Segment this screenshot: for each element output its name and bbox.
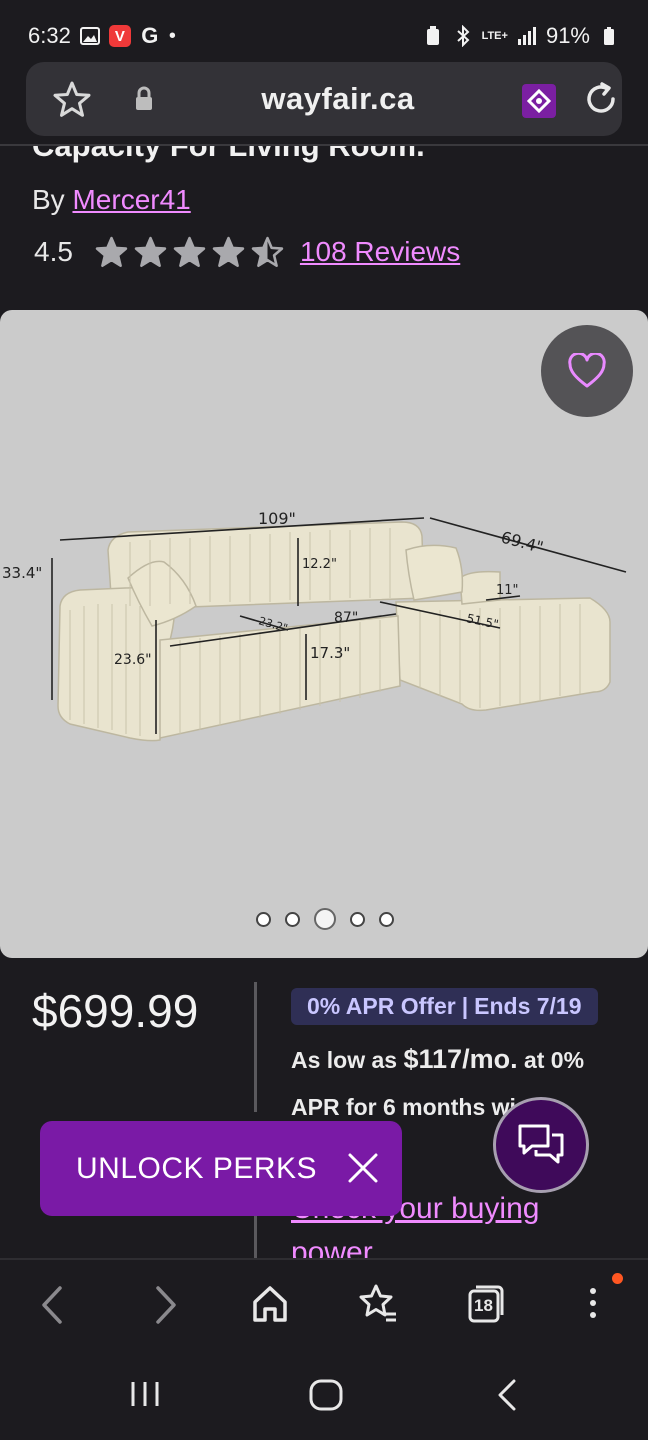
bookmark-star-icon[interactable] (52, 80, 92, 123)
dim-arm: 11" (496, 583, 519, 598)
carousel-dot[interactable] (350, 911, 365, 927)
apr-offer-label: 0% APR Offer (307, 993, 456, 1019)
bluetooth-icon (452, 25, 474, 47)
sofa-dimension-image: 109" 69.4" 33.4" 12.2" 23.2" 87" 51.5" 1… (2, 509, 627, 742)
price-divider (254, 982, 257, 1112)
more-notifications-dot-icon: • (168, 24, 176, 47)
tabs-icon[interactable]: 18 (466, 1282, 506, 1331)
chat-button[interactable] (493, 1097, 589, 1193)
brand-line: By Mercer41 (32, 184, 191, 216)
monthly-amount: $117/mo. (403, 1044, 518, 1074)
star-icon (134, 236, 167, 268)
carousel-dot[interactable] (285, 911, 300, 927)
unlock-perks-banner[interactable]: UNLOCK PERKS (40, 1121, 402, 1216)
network-type: LTE+ (481, 30, 508, 42)
star-icon (212, 236, 245, 268)
by-label: By (32, 184, 65, 215)
home-nav-icon[interactable] (308, 1378, 344, 1417)
apr-offer-ends: Ends 7/19 (474, 993, 582, 1019)
reload-icon[interactable] (580, 78, 622, 125)
carousel-dot[interactable] (314, 908, 336, 930)
financing-line-1: As low as $117/mo. at 0% (291, 1044, 584, 1075)
browser-bottom-toolbar: 18 (0, 1258, 648, 1348)
home-icon[interactable] (250, 1282, 290, 1331)
lock-icon[interactable] (134, 86, 154, 117)
battery-icon (598, 25, 620, 47)
star-icon (95, 236, 128, 268)
battery-percent: 91% (545, 23, 590, 48)
status-time: 6:32 (28, 23, 71, 48)
apr-badge-separator: | (461, 993, 469, 1019)
bookmarks-icon[interactable] (356, 1282, 400, 1331)
apr-rate: at 0% (523, 1047, 585, 1073)
as-low-as-label: As low as (291, 1047, 398, 1073)
star-icon (173, 236, 206, 268)
reviews-link[interactable]: 108 Reviews (300, 236, 460, 268)
dim-depth: 69.4" (499, 528, 545, 557)
back-icon[interactable] (38, 1282, 68, 1333)
extension-icon[interactable] (522, 84, 556, 118)
product-price: $699.99 (32, 985, 199, 1037)
system-navigation-bar (0, 1348, 648, 1440)
url-text[interactable]: wayfair.ca (176, 81, 500, 117)
system-back-icon[interactable] (494, 1378, 520, 1417)
recent-apps-icon[interactable] (128, 1378, 162, 1415)
star-icon (251, 236, 284, 268)
vivaldi-notification-icon: V (108, 25, 131, 47)
saver-icon (422, 25, 444, 47)
more-options-icon[interactable] (586, 1282, 600, 1331)
dim-height: 33.4" (2, 564, 42, 582)
star-rating (95, 236, 284, 268)
forward-icon[interactable] (150, 1282, 180, 1333)
check-buying-power-link-continued[interactable]: power (291, 1236, 373, 1258)
carousel-dot[interactable] (379, 911, 394, 927)
dim-back: 12.2" (302, 557, 337, 572)
rating-line: 4.5 108 Reviews (34, 236, 460, 268)
carousel-dots (256, 908, 394, 930)
dim-arm-height: 23.6" (114, 652, 152, 668)
heart-icon (568, 353, 606, 388)
chat-bubbles-icon (518, 1124, 564, 1164)
dim-seat-height: 17.3" (310, 644, 350, 662)
google-notification-icon: G (141, 23, 159, 48)
financing-line-2: APR for 6 months wi (291, 1094, 516, 1120)
dim-seat-width: 87" (334, 610, 358, 626)
close-icon[interactable] (346, 1151, 380, 1190)
address-bar[interactable]: wayfair.ca (26, 62, 622, 136)
add-to-favorites-button[interactable] (541, 325, 633, 417)
tab-count: 18 (474, 1296, 493, 1315)
menu-notification-dot (612, 1273, 623, 1284)
gallery-notification-icon (79, 25, 101, 47)
price-divider-lower (254, 1212, 257, 1260)
unlock-perks-label[interactable]: UNLOCK PERKS (76, 1152, 317, 1186)
signal-icon (516, 25, 538, 47)
product-image-gallery[interactable]: 109" 69.4" 33.4" 12.2" 23.2" 87" 51.5" 1… (0, 310, 648, 958)
toolbar-divider (0, 144, 648, 146)
rating-value: 4.5 (34, 236, 73, 267)
dim-width: 109" (258, 509, 296, 528)
apr-offer-badge: 0% APR Offer | Ends 7/19 (291, 988, 598, 1025)
brand-link[interactable]: Mercer41 (72, 184, 190, 215)
carousel-dot[interactable] (256, 911, 271, 927)
